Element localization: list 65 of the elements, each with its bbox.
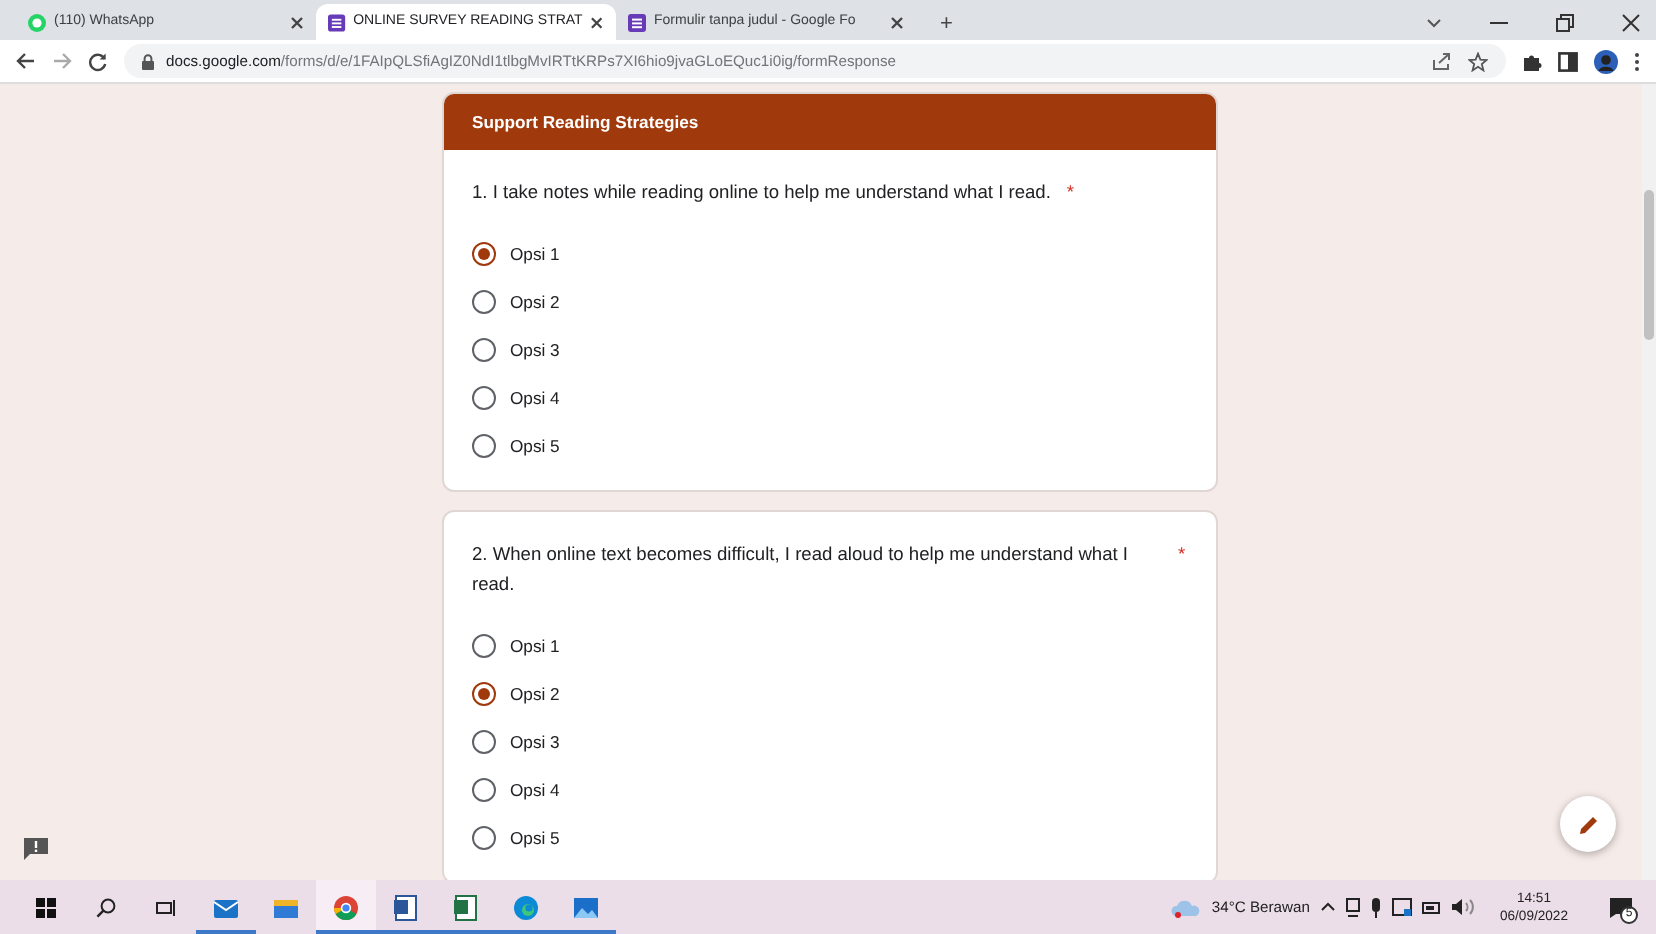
speaker-icon[interactable] bbox=[1451, 898, 1474, 916]
pencil-icon bbox=[1577, 813, 1599, 835]
task-view-icon bbox=[156, 897, 176, 917]
scrollbar[interactable] bbox=[1642, 84, 1656, 880]
option-label: Opsi 5 bbox=[510, 825, 560, 851]
close-icon[interactable] bbox=[290, 15, 304, 29]
spreadsheet-icon bbox=[452, 893, 480, 921]
required-asterisk: * bbox=[1178, 542, 1186, 568]
option-label: Opsi 4 bbox=[510, 777, 560, 803]
close-icon[interactable] bbox=[890, 15, 904, 29]
radio-button[interactable] bbox=[472, 386, 496, 410]
radio-button[interactable] bbox=[472, 826, 496, 850]
question-text: 2. When online text becomes difficult, I read aloud to help me understand what I read. bbox=[472, 542, 1130, 598]
minimize-icon[interactable] bbox=[1490, 21, 1508, 25]
share-icon[interactable] bbox=[1432, 51, 1452, 69]
radio-button[interactable] bbox=[472, 242, 496, 266]
display-icon[interactable] bbox=[1391, 897, 1412, 917]
taskbar-app[interactable] bbox=[316, 880, 376, 934]
edge-icon bbox=[512, 893, 540, 921]
radio-button[interactable] bbox=[472, 682, 496, 706]
form-icon bbox=[328, 13, 346, 31]
radio-button[interactable] bbox=[472, 634, 496, 658]
option-label: Opsi 3 bbox=[510, 729, 560, 755]
star-icon[interactable] bbox=[1468, 51, 1488, 71]
avatar-icon[interactable] bbox=[1594, 49, 1618, 73]
radio-button[interactable] bbox=[472, 730, 496, 754]
option-label: Opsi 2 bbox=[510, 681, 560, 707]
back-icon[interactable] bbox=[16, 52, 36, 70]
radio-button[interactable] bbox=[472, 290, 496, 314]
feedback-icon[interactable] bbox=[24, 838, 48, 860]
option-label: Opsi 1 bbox=[510, 241, 560, 267]
option-label: Opsi 4 bbox=[510, 385, 560, 411]
radio-button[interactable] bbox=[472, 434, 496, 458]
chrome-icon bbox=[332, 893, 360, 921]
windows-icon bbox=[36, 897, 56, 917]
required-asterisk: * bbox=[1066, 180, 1075, 206]
search-icon bbox=[96, 897, 116, 917]
lock-icon bbox=[142, 53, 154, 69]
edit-button[interactable] bbox=[1560, 796, 1616, 852]
cloud-icon bbox=[1169, 897, 1202, 917]
close-icon[interactable] bbox=[1622, 14, 1640, 32]
more-icon[interactable] bbox=[1634, 51, 1640, 71]
microphone-icon[interactable] bbox=[1369, 897, 1382, 917]
puzzle-icon[interactable] bbox=[1522, 51, 1542, 71]
radio-button[interactable] bbox=[472, 338, 496, 362]
option-label: Opsi 3 bbox=[510, 337, 560, 363]
document-icon bbox=[392, 893, 420, 921]
question-text: 1. I take notes while reading online to help me understand what I read. bbox=[472, 180, 1051, 206]
close-icon[interactable] bbox=[590, 15, 604, 29]
option-label: Opsi 1 bbox=[510, 633, 560, 659]
option-label: Opsi 2 bbox=[510, 289, 560, 315]
reload-icon[interactable] bbox=[88, 51, 108, 71]
chat-icon bbox=[28, 13, 46, 31]
camera-icon[interactable] bbox=[1345, 897, 1360, 917]
battery-icon[interactable] bbox=[1421, 901, 1442, 913]
new-tab-button[interactable]: + bbox=[932, 7, 961, 40]
photo-icon bbox=[572, 893, 600, 921]
chevron-up-icon[interactable] bbox=[1319, 902, 1336, 912]
option-label: Opsi 5 bbox=[510, 433, 560, 459]
form-icon bbox=[628, 13, 646, 31]
radio-button[interactable] bbox=[472, 778, 496, 802]
side-panel-icon[interactable] bbox=[1558, 51, 1578, 71]
section-header: Support Reading Strategies bbox=[444, 94, 1216, 150]
chevron-down-icon[interactable] bbox=[1426, 18, 1442, 28]
restore-icon[interactable] bbox=[1556, 14, 1574, 32]
